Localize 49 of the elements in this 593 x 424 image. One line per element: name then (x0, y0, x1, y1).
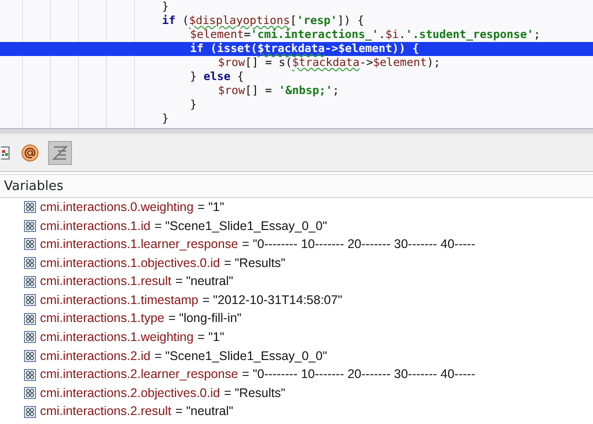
variable-icon (24, 387, 36, 400)
variable-value: = "Results" (224, 254, 286, 272)
variable-name: cmi.interactions.1.weighting (40, 329, 194, 346)
variable-icon (24, 350, 36, 362)
variable-icon (24, 257, 36, 270)
code-line: } (189, 98, 198, 112)
variable-icon (24, 331, 36, 344)
variable-value: = "0-------- 10------- 20------- 30------- 40----- (242, 236, 476, 254)
code-line: if ($displayoptions['resp']) { (161, 14, 366, 28)
variable-icon (24, 368, 36, 381)
code-line: } else { (189, 70, 245, 84)
variable-value: = "neutral" (175, 273, 234, 290)
variable-value: = "long-fill-in" (168, 310, 242, 328)
panel-header: Variables (0, 174, 593, 198)
variable-name: cmi.interactions.1.learner_response (40, 236, 238, 254)
toggle-button[interactable] (48, 140, 72, 164)
variable-icon (24, 276, 36, 288)
list-icon (51, 144, 69, 162)
variable-name: cmi.interactions.0.weighting (40, 198, 194, 216)
code-line: $row[] = s($trackdata->$element); (217, 56, 442, 70)
variable-name: cmi.interactions.1.timestamp (40, 292, 198, 309)
variable-value: = "Results" (224, 384, 286, 402)
variable-name: cmi.interactions.2.result (40, 403, 172, 420)
variable-icon (24, 312, 36, 325)
variable-name: cmi.interactions.2.id (40, 348, 150, 365)
variable-name: cmi.interactions.1.id (40, 218, 150, 235)
variable-value: = "Scene1_Slide1_Essay_0_0" (154, 348, 328, 365)
variable-name: cmi.interactions.2.objectives.0.id (40, 384, 220, 402)
variable-value: = "2012-10-31T14:58:07" (202, 292, 342, 309)
variable-name: cmi.interactions.1.type (40, 310, 164, 328)
at-sign-icon (21, 144, 39, 162)
variable-icon (24, 406, 36, 418)
code-line: $element='cmi.interactions_'.$i.'.student_response'; (189, 28, 542, 42)
grid-icon (1, 146, 11, 160)
code-line: } (161, 0, 170, 14)
code-line: $row[] = '&nbsp;'; (217, 84, 340, 98)
variable-name: cmi.interactions.2.learner_response (40, 366, 238, 384)
variable-icon (24, 238, 36, 250)
variable-icon (24, 201, 36, 214)
variable-value: = "0-------- 10------- 20------- 30------- 40----- (242, 366, 476, 384)
variable-value: = "neutral" (175, 403, 234, 420)
variable-value: = "Scene1_Slide1_Essay_0_0" (154, 218, 328, 235)
code-line: } (161, 112, 170, 126)
variable-value: = "1" (198, 198, 224, 216)
variable-name: cmi.interactions.1.objectives.0.id (40, 254, 220, 272)
variable-value: = "1" (198, 329, 224, 346)
variable-name: cmi.interactions.1.result (40, 273, 172, 290)
variable-icon (24, 294, 36, 306)
variable-icon (24, 220, 36, 232)
